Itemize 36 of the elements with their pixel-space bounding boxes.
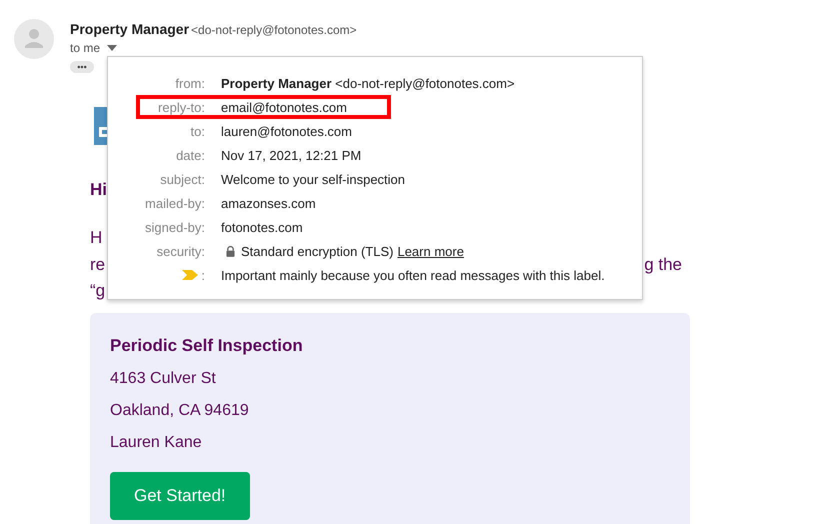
- field-label: date:: [175, 148, 205, 162]
- sender-name: Property Manager: [70, 21, 190, 37]
- address-line: Lauren Kane: [110, 434, 203, 452]
- field-value: email@fotonotes.com: [221, 100, 347, 114]
- field-value: Important mainly because you often read messages with this label.: [221, 268, 605, 282]
- greeting-heading: Hi: [90, 180, 107, 200]
- body-text: H: [90, 228, 102, 248]
- field-label: reply-to:: [157, 100, 205, 114]
- field-label: subject:: [159, 172, 205, 186]
- avatar-icon: [14, 19, 54, 59]
- address-line: 4163 Culver St: [110, 370, 217, 388]
- address-line: Oakland, CA 94619: [110, 402, 250, 420]
- colon: :: [201, 268, 205, 282]
- caret-icon[interactable]: [107, 45, 118, 51]
- field-value: amazonses.com: [221, 196, 316, 210]
- field-value: Nov 17, 2021, 12:21 PM: [221, 148, 362, 162]
- field-value: Standard encryption (TLS): [241, 244, 394, 258]
- card-title: Periodic Self Inspection: [110, 336, 304, 356]
- field-value: lauren@fotonotes.com: [221, 124, 352, 138]
- field-label: security:: [156, 244, 205, 258]
- more-button[interactable]: •••: [70, 61, 94, 73]
- learn-more-link[interactable]: Learn more: [397, 244, 464, 258]
- sender-email: <do-not-reply@fotonotes.com>: [191, 23, 357, 37]
- field-label: from:: [174, 76, 205, 90]
- body-text: g the: [644, 255, 682, 275]
- field-label: signed-by:: [144, 220, 205, 234]
- field-label: to:: [190, 124, 205, 138]
- field-value: Welcome to your self-inspection: [221, 172, 406, 186]
- recipient-label: to me: [70, 41, 100, 55]
- field-label: mailed-by:: [144, 196, 205, 210]
- body-text: “g: [90, 281, 106, 301]
- body-text: re: [90, 255, 106, 275]
- lock-icon: [226, 246, 235, 256]
- field-value: fotonotes.com: [221, 220, 303, 234]
- field-value: Property Manager <do-not-reply@fotonotes.com>: [221, 76, 515, 90]
- importance-marker-icon: [182, 270, 198, 280]
